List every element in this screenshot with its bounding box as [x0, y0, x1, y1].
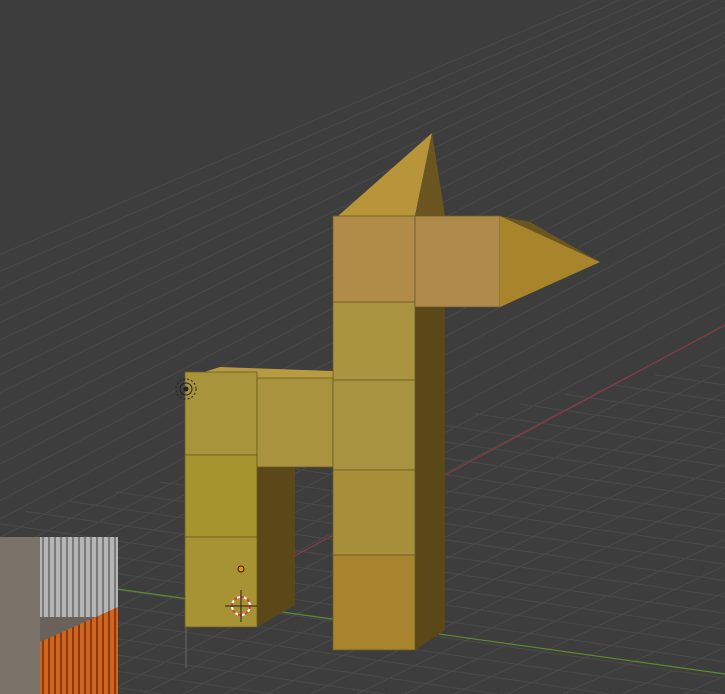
neck-side-face [415, 302, 445, 650]
head-cube [332, 215, 416, 303]
llama-model[interactable] [184, 133, 600, 651]
grid-line [224, 438, 725, 694]
snout [500, 216, 600, 307]
head-cube [414, 215, 501, 308]
cube [332, 554, 416, 651]
grid-line [474, 413, 725, 451]
leg-side-face [257, 455, 295, 627]
3d-viewport[interactable] [0, 0, 725, 694]
cube [332, 469, 416, 556]
cube [184, 371, 258, 456]
origin-point-icon[interactable] [237, 565, 245, 573]
cube [256, 377, 334, 468]
grid-line [699, 364, 725, 370]
grid-line [249, 462, 725, 533]
cube [184, 454, 258, 538]
cube [332, 379, 416, 471]
cube [332, 301, 416, 381]
reference-image[interactable] [0, 537, 118, 694]
grid-line [654, 374, 725, 386]
grid-line [0, 0, 596, 256]
